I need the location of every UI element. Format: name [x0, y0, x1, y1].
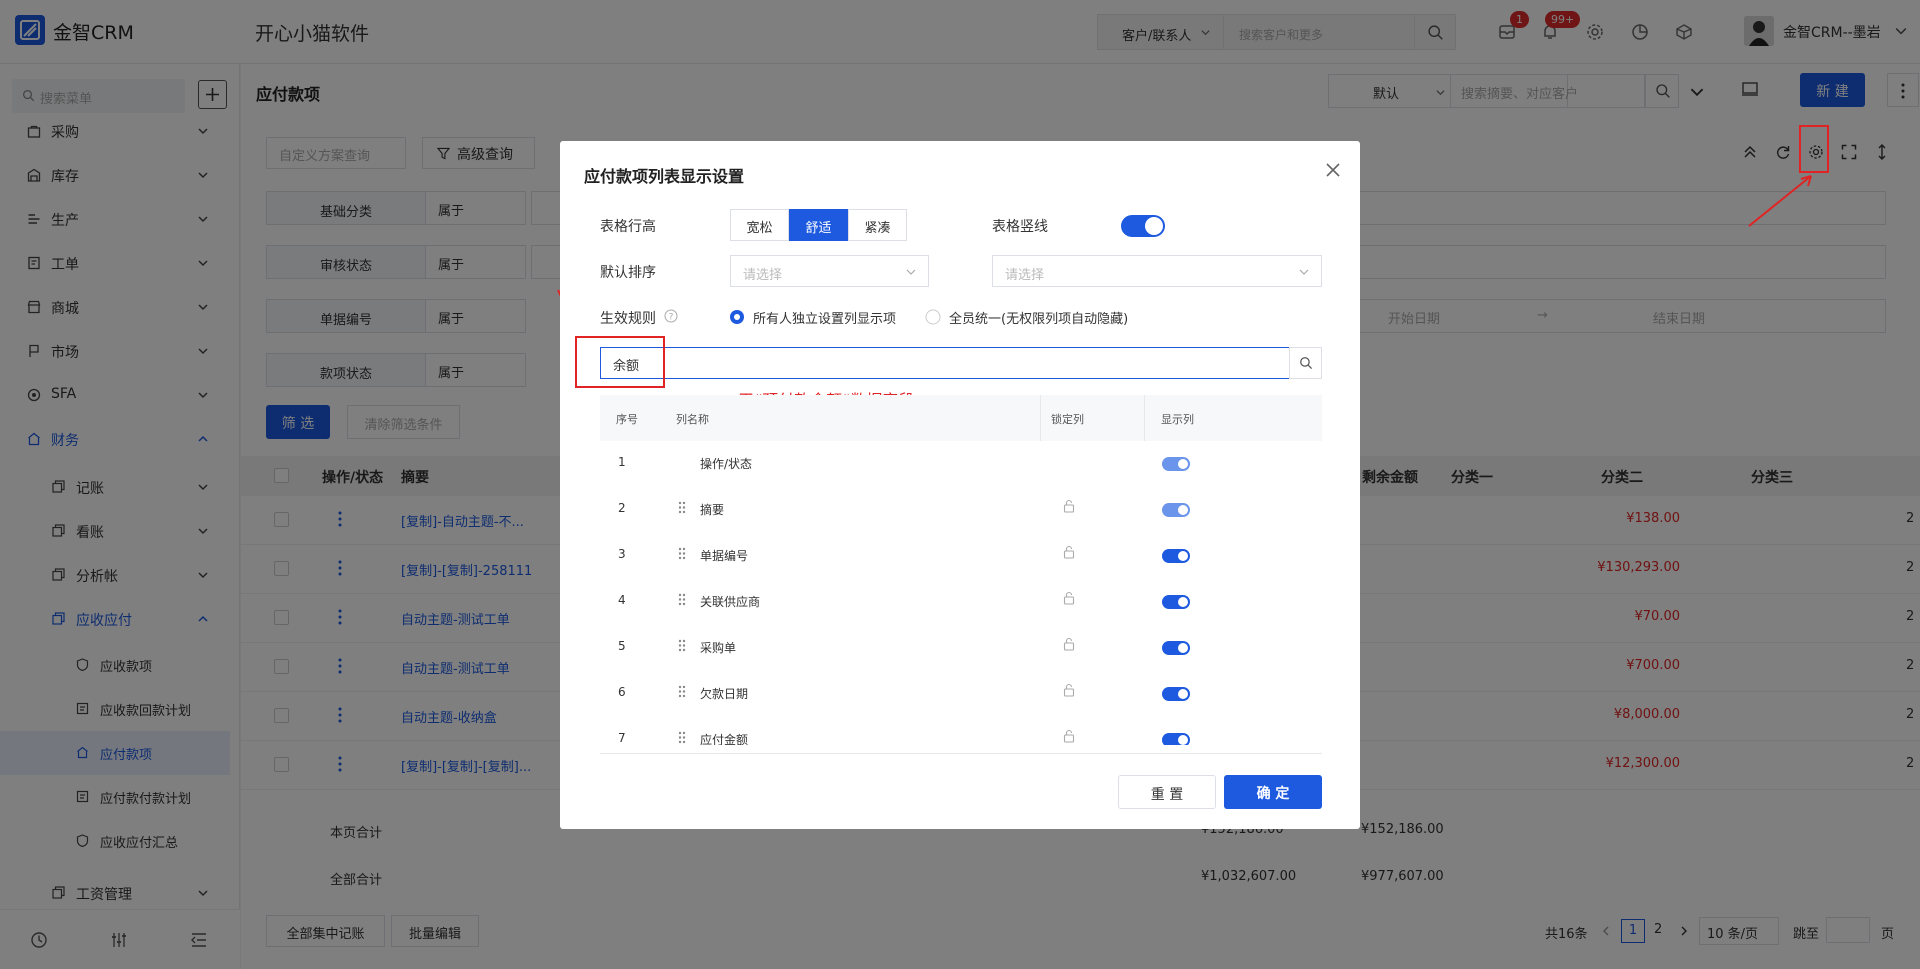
column-config-table: 序号 列名称 锁定列 显示列 1 操作/状态 2 摘要 3 单据编号 4 关联供应商 5 采购单 6…: [600, 395, 1322, 745]
column-search-input[interactable]: 余额: [600, 347, 1290, 379]
lock-icon[interactable]: [1063, 499, 1075, 513]
row-height-option-comfort[interactable]: 舒适: [789, 209, 848, 241]
default-sort-label: 默认排序: [600, 265, 656, 281]
drag-handle-icon[interactable]: [678, 639, 686, 652]
select-placeholder: 请选择: [1005, 268, 1045, 283]
search-icon: [1300, 357, 1313, 370]
default-sort-order-select[interactable]: 请选择: [992, 255, 1322, 287]
annotation-arrow-icon: [1748, 175, 1812, 227]
dialog-title: 应付款项列表显示设置: [584, 167, 745, 186]
row-height-label: 表格行高: [600, 219, 656, 235]
show-column-toggle[interactable]: [1162, 641, 1190, 655]
column-name: 欠款日期: [700, 687, 749, 701]
lock-icon[interactable]: [1063, 729, 1075, 743]
show-column-toggle[interactable]: [1162, 595, 1190, 609]
column-name: 单据编号: [700, 549, 749, 563]
drag-handle-icon[interactable]: [678, 547, 686, 560]
rule-label: 生效规则: [600, 311, 656, 327]
lock-icon[interactable]: [1063, 591, 1075, 605]
svg-text:?: ?: [669, 313, 674, 323]
annotation-search-box: [575, 336, 665, 388]
column-config-row: 2 摘要: [600, 487, 1322, 533]
show-column-toggle[interactable]: [1162, 503, 1190, 517]
col-config-header-name: 列名称: [676, 413, 709, 426]
confirm-button[interactable]: 确 定: [1224, 775, 1322, 809]
close-icon[interactable]: [1324, 161, 1342, 179]
show-column-toggle[interactable]: [1162, 457, 1190, 471]
column-no: 4: [618, 593, 626, 607]
lock-icon[interactable]: [1063, 683, 1075, 697]
column-config-row: 6 欠款日期: [600, 671, 1322, 717]
column-no: 7: [618, 731, 626, 745]
drag-handle-icon[interactable]: [678, 685, 686, 698]
chevron-down-icon: [1299, 269, 1309, 275]
column-name: 操作/状态: [700, 457, 753, 471]
column-settings-dialog: 应付款项列表显示设置 表格行高 宽松 舒适 紧凑 表格竖线 默认排序 请选择 请…: [560, 141, 1360, 829]
column-name: 关联供应商: [700, 595, 761, 609]
chevron-down-icon: [906, 269, 916, 275]
lock-icon[interactable]: [1063, 637, 1075, 651]
reset-button[interactable]: 重 置: [1118, 775, 1216, 809]
col-config-header-no: 序号: [616, 413, 638, 426]
radio-selected[interactable]: [729, 309, 745, 325]
column-no: 1: [618, 455, 626, 469]
column-config-row: 7 应付金额: [600, 717, 1322, 745]
column-name: 应付金额: [700, 733, 749, 745]
select-placeholder: 请选择: [743, 268, 783, 283]
drag-handle-icon[interactable]: [678, 501, 686, 514]
vertical-lines-label: 表格竖线: [992, 219, 1048, 235]
help-icon[interactable]: ?: [664, 309, 678, 323]
column-config-header: 序号 列名称 锁定列 显示列: [600, 395, 1322, 441]
column-name: 摘要: [700, 503, 725, 517]
show-column-toggle[interactable]: [1162, 549, 1190, 563]
col-config-header-show: 显示列: [1161, 413, 1194, 426]
dialog-divider: [600, 753, 1322, 754]
row-height-option-loose[interactable]: 宽松: [730, 209, 789, 241]
default-sort-field-select[interactable]: 请选择: [730, 255, 929, 287]
show-column-toggle[interactable]: [1162, 733, 1190, 745]
col-config-header-lock: 锁定列: [1051, 413, 1084, 426]
column-search-button[interactable]: [1289, 347, 1322, 379]
rule-option-individual[interactable]: 所有人独立设置列显示项: [753, 308, 896, 327]
show-column-toggle[interactable]: [1162, 687, 1190, 701]
annotation-settings-box: [1799, 125, 1829, 173]
column-config-row: 1 操作/状态: [600, 441, 1322, 487]
column-no: 3: [618, 547, 626, 561]
column-no: 5: [618, 639, 626, 653]
drag-handle-icon[interactable]: [678, 593, 686, 606]
rule-option-unified[interactable]: 全员统一(无权限列项自动隐藏): [949, 308, 1128, 327]
column-no: 2: [618, 501, 626, 515]
drag-handle-icon[interactable]: [678, 731, 686, 744]
column-config-row: 4 关联供应商: [600, 579, 1322, 625]
column-config-row: 3 单据编号: [600, 533, 1322, 579]
column-config-row: 5 采购单: [600, 625, 1322, 671]
column-name: 采购单: [700, 641, 737, 655]
column-no: 6: [618, 685, 626, 699]
row-height-option-compact[interactable]: 紧凑: [848, 209, 907, 241]
vertical-lines-toggle[interactable]: [1121, 215, 1165, 237]
lock-icon[interactable]: [1063, 545, 1075, 559]
radio-unselected[interactable]: [925, 309, 941, 325]
